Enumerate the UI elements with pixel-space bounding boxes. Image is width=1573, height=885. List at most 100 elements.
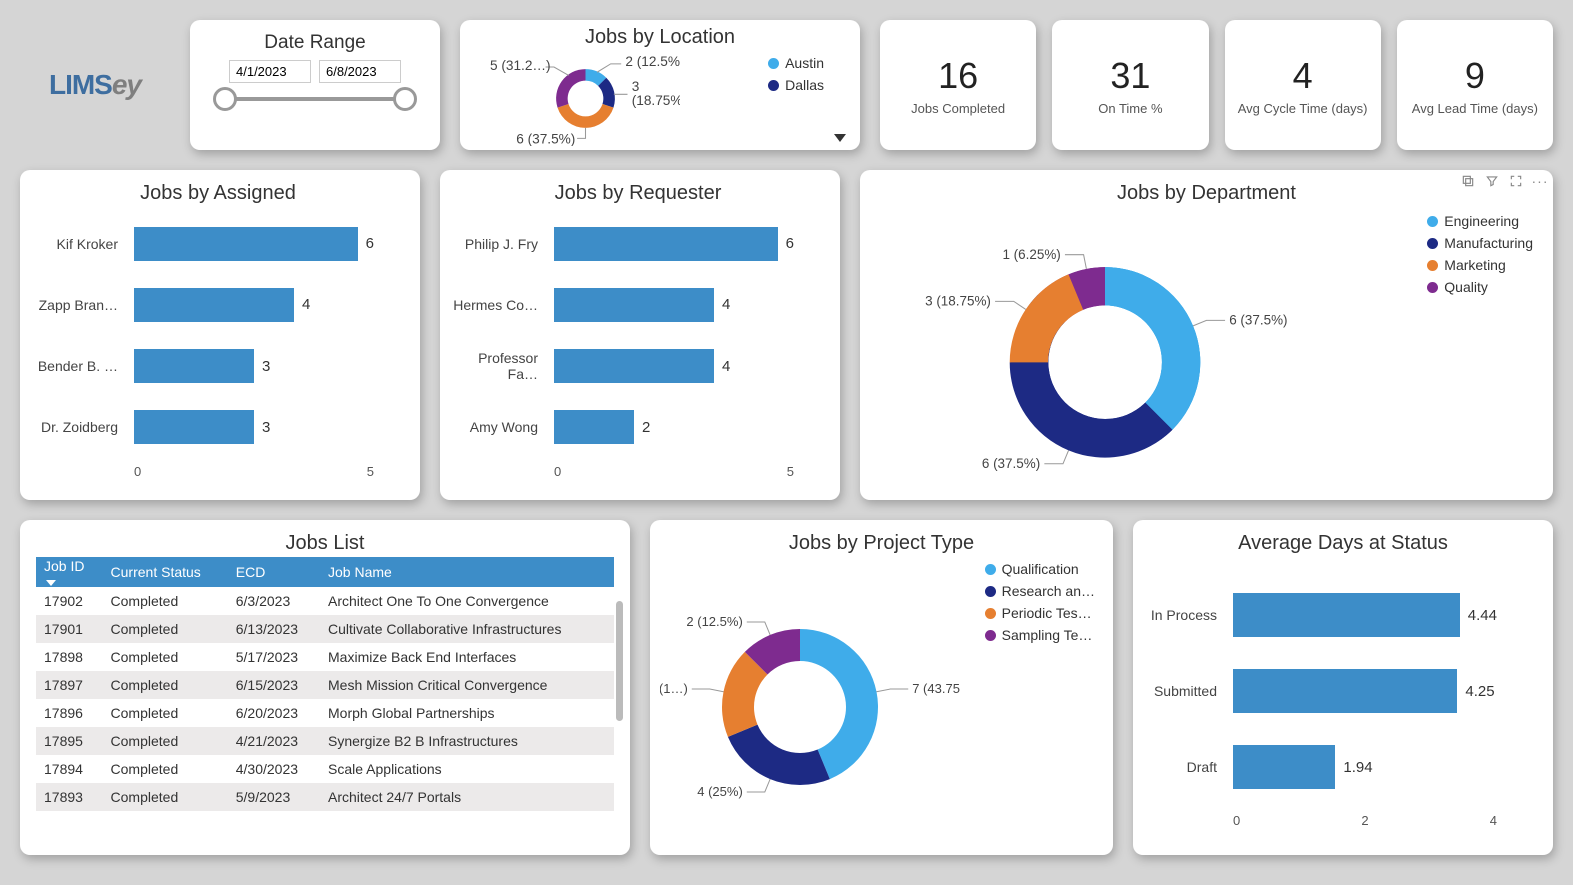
bar-label: Hermes Co… xyxy=(446,285,546,325)
dot-icon xyxy=(768,80,779,91)
dept-legend-1b[interactable]: Manufacturing xyxy=(1427,235,1533,251)
dept-legend-3b[interactable]: Quality xyxy=(1427,279,1533,295)
donut-slice[interactable] xyxy=(1010,274,1083,362)
bar-value: 4 xyxy=(722,296,730,313)
date-start-input[interactable] xyxy=(229,60,311,83)
axis-tick: 2 xyxy=(1361,813,1368,833)
table-row[interactable]: 17897Completed6/15/2023Mesh Mission Crit… xyxy=(36,671,614,699)
cell: Completed xyxy=(103,587,228,615)
bar-value: 4 xyxy=(722,358,730,375)
dot-icon xyxy=(1427,282,1438,293)
bar[interactable] xyxy=(554,288,714,322)
slice-label: 4 (25%) xyxy=(697,784,743,799)
cell: Completed xyxy=(103,671,228,699)
slider-handle-end[interactable] xyxy=(393,87,417,111)
dept-legend-2b[interactable]: Marketing xyxy=(1427,257,1533,273)
loc-legend-0[interactable]: Austin xyxy=(768,55,824,71)
kpi-lead-time: 9 Avg Lead Time (days) xyxy=(1397,20,1553,150)
cell: 6/15/2023 xyxy=(228,671,320,699)
filter-icon[interactable] xyxy=(1485,174,1499,188)
donut-slice[interactable] xyxy=(1105,267,1200,430)
loc-legend-1[interactable]: Dallas xyxy=(768,77,824,93)
bar[interactable] xyxy=(1233,593,1460,637)
cell: 17895 xyxy=(36,727,103,755)
axis-tick: 5 xyxy=(787,464,794,484)
col-header[interactable]: Job ID xyxy=(36,557,103,587)
bar-label: In Process xyxy=(1139,595,1225,635)
cell: 17897 xyxy=(36,671,103,699)
cell: 6/3/2023 xyxy=(228,587,320,615)
bar[interactable] xyxy=(1233,669,1457,713)
proj-legend-1[interactable]: Research an… xyxy=(985,583,1095,599)
slice-label: 6 (37.5%) xyxy=(1229,312,1287,327)
bar[interactable] xyxy=(554,410,634,444)
requester-chart: Philip J. FryHermes Co…Professor Fa…Amy … xyxy=(446,207,830,494)
col-header[interactable]: ECD xyxy=(228,557,320,587)
cell: Cultivate Collaborative Infrastructures xyxy=(320,615,614,643)
jobs-table: Job IDCurrent StatusECDJob Name 17902Com… xyxy=(36,557,614,811)
bar-label: Amy Wong xyxy=(446,407,546,447)
bar-label: Kif Kroker xyxy=(26,224,126,264)
legend-expand-icon[interactable] xyxy=(834,134,846,142)
bar[interactable] xyxy=(134,288,294,322)
bar[interactable] xyxy=(134,349,254,383)
table-row[interactable]: 17896Completed6/20/2023Morph Global Part… xyxy=(36,699,614,727)
scrollbar[interactable] xyxy=(616,601,623,721)
bar-value: 4 xyxy=(302,296,310,313)
cell: Completed xyxy=(103,615,228,643)
cell: Synergize B2 B Infrastructures xyxy=(320,727,614,755)
bar[interactable] xyxy=(134,410,254,444)
dot-icon xyxy=(1427,238,1438,249)
bar[interactable] xyxy=(554,227,778,261)
table-row[interactable]: 17894Completed4/30/2023Scale Application… xyxy=(36,755,614,783)
pin-icon[interactable] xyxy=(1437,174,1451,188)
jobs-by-project-type-card: Jobs by Project Type 7 (43.75%)4 (25%)3 … xyxy=(650,520,1113,855)
donut-slice[interactable] xyxy=(728,725,830,785)
table-row[interactable]: 17893Completed5/9/2023Architect 24/7 Por… xyxy=(36,783,614,811)
dot-icon xyxy=(985,564,996,575)
cell: 5/17/2023 xyxy=(228,643,320,671)
focus-icon[interactable] xyxy=(1509,174,1523,188)
col-header[interactable]: Current Status xyxy=(103,557,228,587)
donut-slice[interactable] xyxy=(1010,362,1173,457)
cell: 4/21/2023 xyxy=(228,727,320,755)
loc-label-0: 2 (12.5%) xyxy=(625,54,680,69)
axis-tick: 4 xyxy=(1490,813,1497,833)
bar[interactable] xyxy=(1233,745,1335,789)
bar[interactable] xyxy=(554,349,714,383)
cell: 4/30/2023 xyxy=(228,755,320,783)
table-row[interactable]: 17898Completed5/17/2023Maximize Back End… xyxy=(36,643,614,671)
proj-legend-3[interactable]: Sampling Te… xyxy=(985,627,1095,643)
date-end-input[interactable] xyxy=(319,60,401,83)
table-row[interactable]: 17901Completed6/13/2023Cultivate Collabo… xyxy=(36,615,614,643)
cell: Maximize Back End Interfaces xyxy=(320,643,614,671)
cell: 17896 xyxy=(36,699,103,727)
bar[interactable] xyxy=(134,227,358,261)
bar-label: Dr. Zoidberg xyxy=(26,407,126,447)
dot-icon xyxy=(985,630,996,641)
avg-days-card: Average Days at Status In ProcessSubmitt… xyxy=(1133,520,1553,855)
proj-legend-0[interactable]: Qualification xyxy=(985,561,1095,577)
bar-value: 4.25 xyxy=(1465,683,1494,700)
copy-icon[interactable] xyxy=(1461,174,1475,188)
jobs-by-requester-card: Jobs by Requester Philip J. FryHermes Co… xyxy=(440,170,840,500)
cell: 17901 xyxy=(36,615,103,643)
proj-legend-2[interactable]: Periodic Tes… xyxy=(985,605,1095,621)
slider-handle-start[interactable] xyxy=(213,87,237,111)
table-row[interactable]: 17902Completed6/3/2023Architect One To O… xyxy=(36,587,614,615)
more-icon[interactable]: ··· xyxy=(1533,174,1547,188)
date-slider[interactable] xyxy=(225,97,405,101)
bar-label: Submitted xyxy=(1139,671,1225,711)
jobs-by-requester-title: Jobs by Requester xyxy=(446,176,830,207)
table-row[interactable]: 17895Completed4/21/2023Synergize B2 B In… xyxy=(36,727,614,755)
bar-value: 3 xyxy=(262,358,270,375)
cell: Completed xyxy=(103,727,228,755)
kpi-jobs-completed: 16 Jobs Completed xyxy=(880,20,1036,150)
col-header[interactable]: Job Name xyxy=(320,557,614,587)
dept-legend-0b[interactable]: Engineering xyxy=(1427,213,1533,229)
bar-value: 4.44 xyxy=(1468,607,1497,624)
slice-label: 6 (37.5%) xyxy=(982,456,1040,471)
dot-icon xyxy=(768,58,779,69)
cell: Completed xyxy=(103,643,228,671)
brand-prefix: LIMS xyxy=(49,69,112,101)
